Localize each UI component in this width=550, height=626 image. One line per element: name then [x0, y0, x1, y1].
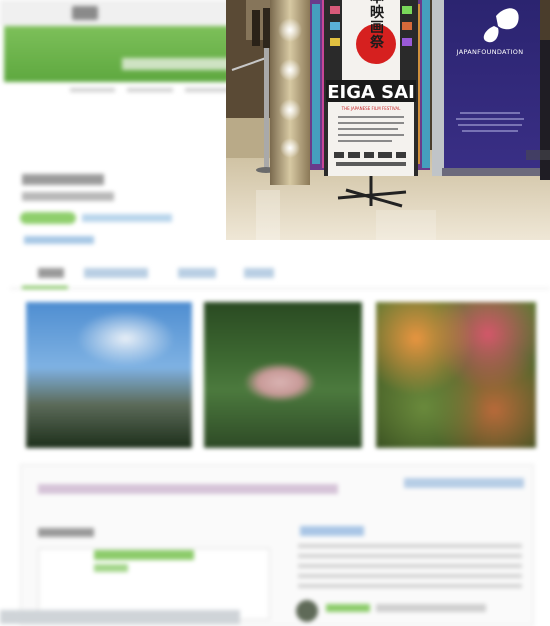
profile-meta-link[interactable]: [82, 214, 172, 222]
site-logo-icon: [72, 6, 98, 20]
festival-banner-subtitle: THE JAPANESE FILM FESTIVAL: [341, 106, 401, 111]
tab-second[interactable]: [84, 268, 148, 278]
bottom-scroll-strip: [0, 610, 240, 624]
info-panel-link[interactable]: [404, 478, 524, 488]
festival-kanji: 日本映画祭: [368, 0, 385, 50]
comment-meta: [376, 604, 486, 612]
header-search-strip: [122, 58, 230, 70]
header-nav-links: [70, 86, 230, 94]
profile-small-link[interactable]: [24, 236, 94, 244]
tab-home[interactable]: [38, 268, 64, 278]
comments-text: [298, 544, 522, 588]
commenter-name[interactable]: [326, 604, 370, 612]
tab-fourth[interactable]: [244, 268, 274, 278]
stats-bar: [94, 550, 194, 560]
follow-button[interactable]: [20, 212, 76, 224]
festival-banner-title: EIGA SAI: [327, 82, 415, 103]
photo-thumbnail-flowers[interactable]: [376, 302, 536, 448]
festival-photo: 日本映画祭 EIGA SAI THE JAPANESE FILM FESTIVA…: [226, 0, 550, 240]
active-tab-indicator: [22, 286, 68, 289]
nav-link: [70, 88, 116, 92]
content-tabs: [10, 262, 550, 289]
comments-section-label[interactable]: [300, 526, 364, 536]
profile-title: [22, 174, 104, 185]
foundation-name: JAPANFOUNDATION: [456, 48, 524, 56]
stats-section-label: [38, 528, 94, 537]
nav-link: [127, 88, 173, 92]
avatar[interactable]: [296, 600, 318, 622]
stats-bar: [94, 564, 128, 572]
tab-third[interactable]: [178, 268, 216, 278]
photo-thumbnail-forest[interactable]: [204, 302, 362, 448]
profile-subtitle: [22, 192, 114, 201]
nav-link: [184, 88, 230, 92]
info-panel-title: [38, 484, 338, 494]
green-header-bar: [4, 26, 230, 82]
top-bar: [0, 0, 230, 26]
photo-thumbnail-sky[interactable]: [26, 302, 192, 448]
